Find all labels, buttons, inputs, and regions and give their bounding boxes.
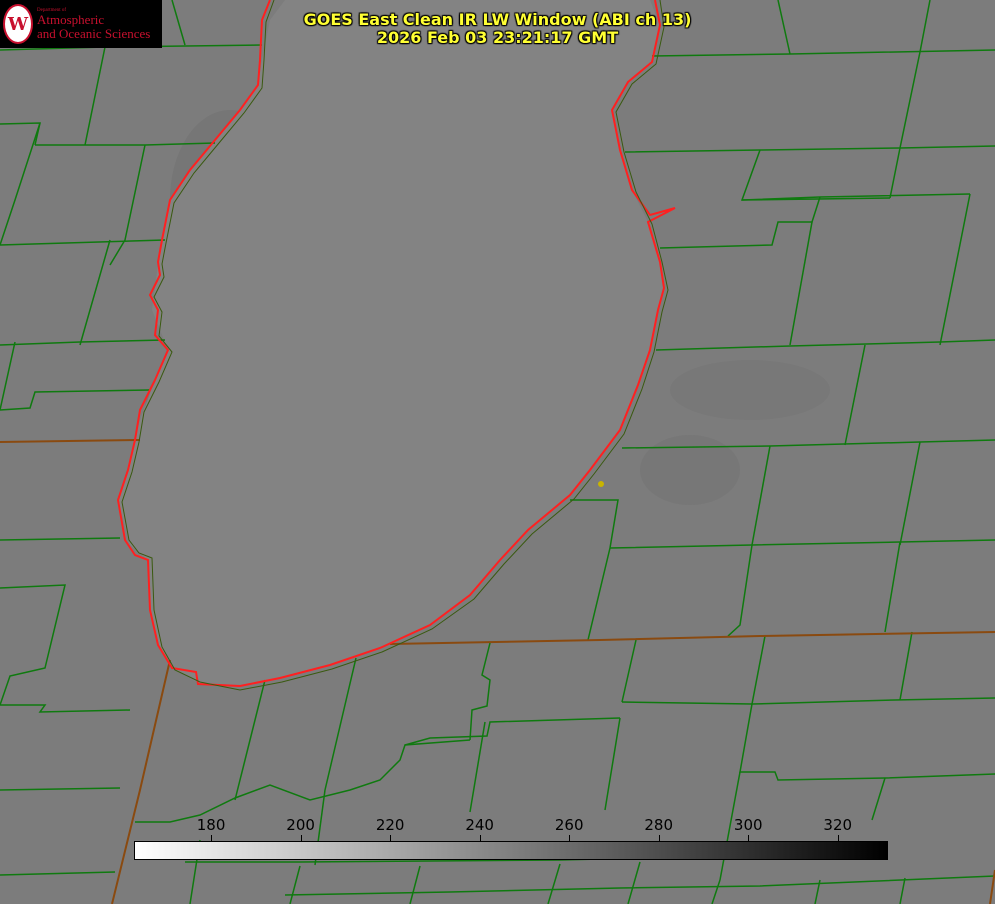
colorbar-tick-label: 260 [554, 816, 584, 834]
colorbar-tick-label: 320 [823, 816, 853, 834]
colorbar-tick-mark [390, 835, 392, 841]
colorbar: 180 200 220 240 260 280 300 320 [134, 813, 888, 863]
title-timestamp: 2026 Feb 03 23:21:17 GMT [376, 28, 619, 47]
satellite-map [0, 0, 995, 904]
colorbar-tick-label: 240 [465, 816, 494, 834]
image-title: GOES East Clean IR LW Window (ABI ch 13)… [0, 11, 995, 47]
colorbar-tick-label: 220 [375, 816, 405, 834]
colorbar-tick-mark [211, 835, 213, 841]
colorbar-tick-mark [658, 835, 660, 841]
colorbar-tick-label: 280 [644, 816, 674, 834]
colorbar-tick-mark [569, 835, 571, 841]
colorbar-tick-label: 300 [733, 816, 763, 834]
title-line1: GOES East Clean IR LW Window (ABI ch 13) [303, 10, 692, 29]
colorbar-ticks: 180 200 220 240 260 280 300 320 [134, 813, 888, 841]
location-marker [598, 481, 604, 487]
colorbar-tick-label: 180 [196, 816, 226, 834]
colorbar-tick-mark [479, 835, 481, 841]
colorbar-tick-mark [748, 835, 750, 841]
colorbar-tick-mark [300, 835, 302, 841]
cloud-patch [670, 360, 830, 420]
cloud-patch [640, 435, 740, 505]
colorbar-tick-mark [837, 835, 839, 841]
colorbar-gradient [134, 841, 888, 860]
colorbar-tick-label: 200 [286, 816, 315, 834]
